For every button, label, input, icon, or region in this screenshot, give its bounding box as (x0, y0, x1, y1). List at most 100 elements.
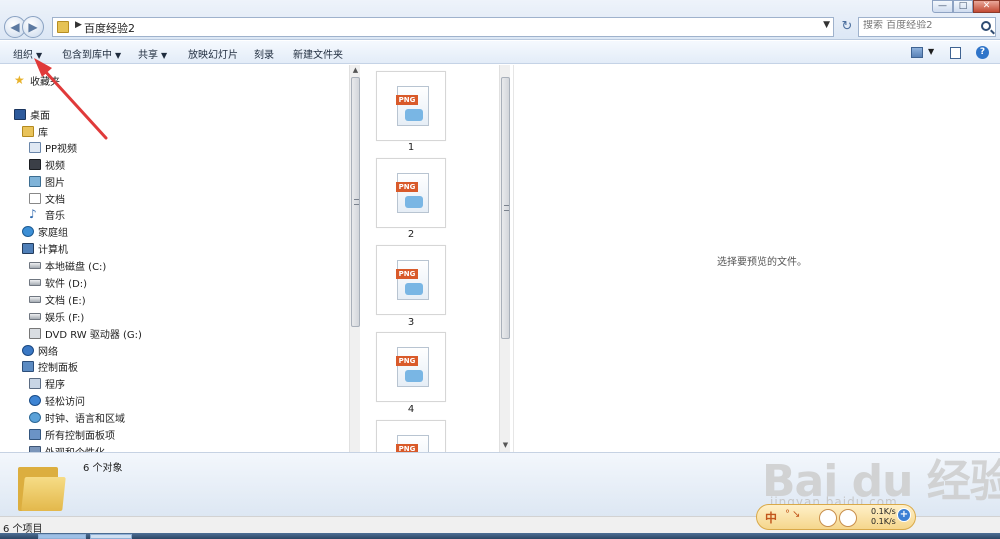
forward-arrow-icon: ▶ (28, 20, 38, 34)
sidebar-item-drive-c[interactable]: 本地磁盘 (C:) (29, 257, 106, 273)
search-icon[interactable] (981, 21, 991, 31)
file-name-label[interactable]: 3 (376, 317, 446, 328)
file-thumbnail[interactable]: PNG (376, 245, 446, 315)
sidebar-item-network[interactable]: 网络 (22, 342, 58, 358)
sidebar-item-pp-video[interactable]: PP视频 (29, 139, 77, 155)
mascot-icon (817, 505, 861, 531)
sidebar-item-label: 控制面板 (38, 362, 78, 374)
sidebar-item-drive-e[interactable]: 文档 (E:) (29, 291, 86, 307)
sidebar-item-drive-d[interactable]: 软件 (D:) (29, 274, 87, 290)
taskbar-app-button[interactable] (90, 534, 132, 539)
close-button[interactable]: ✕ (973, 0, 1000, 13)
sidebar-item-label: 娱乐 (F:) (45, 312, 85, 324)
sidebar-item-label: 外观和个性化 (45, 444, 105, 453)
sidebar-item-homegroup[interactable]: 家庭组 (22, 223, 68, 239)
clock-globe-icon (29, 411, 41, 423)
sidebar-item-label: 文档 (E:) (45, 295, 86, 307)
dvd-drive-icon (29, 327, 41, 339)
sidebar-item-documents[interactable]: 文档 (29, 190, 65, 206)
sidebar-item-libraries[interactable]: 库 (22, 123, 48, 139)
navigation-pane: ★ 收藏夹 桌面 库 PP视频 视频 图片 文档 ♪ 音乐 家庭组 计算机 本地磁盘… (0, 65, 361, 452)
address-dropdown-icon[interactable]: ▼ (823, 20, 830, 30)
folder-icon (57, 21, 69, 33)
command-toolbar: 组织 ▼ 包含到库中 ▼ 共享 ▼ 放映幻灯片 刻录 新建文件夹 ▼ ? (0, 41, 1000, 64)
address-bar-area: ◀ ▶ ▶ 百度经验2 ▼ ↻ — □ ✕ (0, 0, 1000, 40)
include-in-library-label: 包含到库中 (62, 50, 112, 61)
png-file-icon: PNG (396, 347, 429, 387)
sidebar-item-drive-f[interactable]: 娱乐 (F:) (29, 308, 84, 324)
breadcrumb-separator-icon[interactable]: ▶ (75, 20, 82, 30)
sidebar-item-label: 文档 (45, 194, 65, 206)
scrollbar-thumb[interactable] (501, 77, 510, 339)
sidebar-item-label: 库 (38, 127, 48, 139)
sidebar-item-computer[interactable]: 计算机 (22, 240, 68, 256)
burn-button[interactable]: 刻录 (254, 46, 274, 61)
sidebar-item-ease-of-access[interactable]: 轻松访问 (29, 392, 85, 408)
png-badge: PNG (396, 95, 418, 105)
scroll-up-arrow-icon[interactable]: ▲ (351, 66, 360, 74)
address-bar[interactable]: ▶ 百度经验2 ▼ (52, 17, 834, 37)
speed-plus-icon[interactable]: + (897, 508, 911, 522)
help-icon[interactable]: ? (976, 46, 989, 59)
navigation-pane-scrollbar[interactable]: ▲ (349, 65, 360, 452)
file-name-label[interactable]: 2 (376, 229, 446, 240)
hard-drive-icon (29, 312, 41, 320)
file-thumbnail[interactable]: PNG (376, 158, 446, 228)
forward-button[interactable]: ▶ (22, 16, 44, 38)
new-folder-button[interactable]: 新建文件夹 (293, 46, 343, 61)
file-thumbnail[interactable]: PNG (376, 71, 446, 141)
library-icon (22, 125, 34, 137)
file-thumbnail[interactable]: PNG (376, 420, 446, 452)
png-file-icon: PNG (396, 86, 429, 126)
file-thumbnail[interactable]: PNG (376, 332, 446, 402)
slideshow-button[interactable]: 放映幻灯片 (188, 46, 238, 61)
scroll-down-arrow-icon[interactable]: ▼ (501, 441, 510, 449)
sidebar-item-videos[interactable]: 视频 (29, 156, 65, 172)
upload-speed: 0.1K/s (871, 507, 896, 516)
preview-pane-toggle-icon[interactable] (950, 47, 961, 59)
preview-message: 选择要预览的文件。 (717, 257, 807, 268)
programs-icon (29, 377, 41, 389)
share-menu[interactable]: 共享 ▼ (138, 46, 167, 61)
refresh-icon[interactable]: ↻ (838, 17, 856, 37)
ime-status-widget[interactable]: 中 °↘ 0.1K/s 0.1K/s (756, 504, 916, 530)
view-options-caret-icon[interactable]: ▼ (928, 47, 934, 56)
hard-drive-icon (29, 278, 41, 286)
sidebar-item-pictures[interactable]: 图片 (29, 173, 65, 189)
sidebar-item-label: 视频 (45, 160, 65, 172)
network-speed: 0.1K/s 0.1K/s (871, 507, 896, 527)
sidebar-item-programs[interactable]: 程序 (29, 375, 65, 391)
sidebar-item-control-panel[interactable]: 控制面板 (22, 358, 78, 374)
sidebar-item-desktop[interactable]: 桌面 (14, 106, 50, 122)
minimize-button[interactable]: — (932, 0, 953, 13)
hard-drive-icon (29, 261, 41, 269)
download-speed: 0.1K/s (871, 517, 896, 526)
sidebar-item-clock-language[interactable]: 时钟、语言和区域 (29, 409, 125, 425)
search-box[interactable] (858, 17, 996, 37)
caret-down-icon: ▼ (115, 51, 122, 60)
file-list-scrollbar[interactable]: ▼ (499, 65, 510, 452)
image-preview-icon (405, 109, 423, 121)
sidebar-item-drive-g[interactable]: DVD RW 驱动器 (G:) (29, 325, 142, 341)
taskbar-folder-button[interactable] (38, 534, 86, 539)
file-name-label[interactable]: 4 (376, 404, 446, 415)
sidebar-item-all-control-panel-items[interactable]: 所有控制面板项 (29, 426, 115, 442)
include-in-library-menu[interactable]: 包含到库中 ▼ (62, 46, 121, 61)
control-panel-items-icon (29, 428, 41, 440)
computer-icon (22, 242, 34, 254)
search-input[interactable] (863, 20, 975, 31)
maximize-button[interactable]: □ (953, 0, 973, 13)
ime-chinese-mode[interactable]: 中 (765, 509, 777, 526)
breadcrumb-current-folder[interactable]: 百度经验2 (84, 20, 135, 36)
sidebar-item-music[interactable]: ♪ 音乐 (29, 206, 65, 222)
ime-punctuation-icon[interactable]: °↘ (785, 509, 802, 520)
folder-icon (18, 463, 66, 511)
sidebar-item-favorites[interactable]: ★ 收藏夹 (14, 72, 60, 88)
scrollbar-thumb[interactable] (351, 77, 360, 327)
back-arrow-icon: ◀ (10, 20, 20, 34)
file-name-label[interactable]: 1 (376, 142, 446, 153)
change-view-icon[interactable] (911, 47, 923, 58)
sidebar-item-appearance[interactable]: 外观和个性化 (29, 443, 105, 452)
sidebar-item-label: PP视频 (45, 143, 78, 155)
organize-menu[interactable]: 组织 ▼ (13, 46, 42, 61)
